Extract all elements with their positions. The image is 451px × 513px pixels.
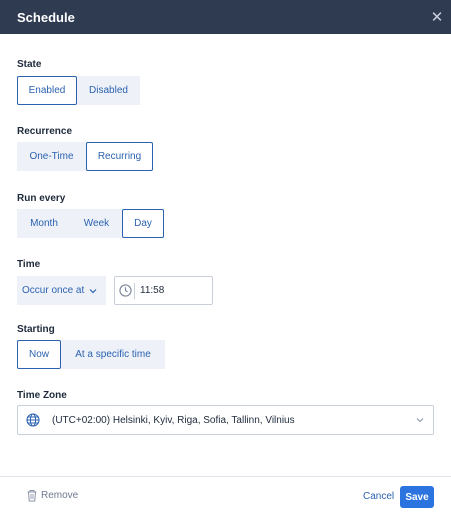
run-every-week-option[interactable]: Week <box>71 209 122 238</box>
recurrence-one-time-option[interactable]: One-Time <box>17 142 86 171</box>
time-section: Time <box>17 259 40 270</box>
time-mode-select[interactable]: Occur once at <box>17 276 106 305</box>
state-enabled-option[interactable]: Enabled <box>17 76 77 105</box>
cancel-button[interactable]: Cancel <box>363 491 394 502</box>
time-zone-label: Time Zone <box>17 390 67 401</box>
state-section: State <box>17 59 41 70</box>
recurrence-recurring-option[interactable]: Recurring <box>86 142 153 171</box>
recurrence-label: Recurrence <box>17 126 73 137</box>
time-zone-section: Time Zone <box>17 390 67 401</box>
state-label: State <box>17 59 42 70</box>
time-value: 11:58 <box>140 285 165 296</box>
schedule-dialog: Schedule ✕ State Enabled Disabled Recurr… <box>0 0 451 513</box>
starting-segmented-control: Now At a specific time <box>17 340 165 369</box>
time-input[interactable]: 11:58 <box>114 276 213 305</box>
run-every-month-option[interactable]: Month <box>17 209 71 238</box>
save-button[interactable]: Save <box>400 486 434 508</box>
starting-specific-time-option[interactable]: At a specific time <box>61 340 165 369</box>
remove-label: Remove <box>41 490 79 501</box>
starting-label: Starting <box>17 324 55 335</box>
clock-icon <box>119 282 135 299</box>
time-zone-select[interactable]: (UTC+02:00) Helsinki, Kyiv, Riga, Sofia,… <box>17 405 434 435</box>
chevron-down-icon <box>416 418 424 423</box>
run-every-section: Run every <box>17 193 65 204</box>
dialog-footer: Remove Cancel Save <box>0 476 451 513</box>
run-every-day-option[interactable]: Day <box>122 209 164 238</box>
run-every-label: Run every <box>17 193 66 204</box>
run-every-segmented-control: Month Week Day <box>17 209 164 238</box>
time-controls: Occur once at 11:58 <box>17 276 217 305</box>
dialog-header: Schedule ✕ <box>0 0 451 34</box>
remove-button[interactable]: Remove <box>26 489 78 502</box>
time-label: Time <box>17 259 41 270</box>
time-mode-value: Occur once at <box>22 285 85 296</box>
state-disabled-option[interactable]: Disabled <box>77 76 140 105</box>
state-segmented-control: Enabled Disabled <box>17 76 140 105</box>
globe-icon <box>26 413 40 427</box>
recurrence-section: Recurrence <box>17 126 72 137</box>
starting-section: Starting <box>17 324 55 335</box>
chevron-down-icon <box>89 288 97 293</box>
starting-now-option[interactable]: Now <box>17 340 61 369</box>
close-icon[interactable]: ✕ <box>430 10 444 25</box>
dialog-title: Schedule <box>17 9 75 25</box>
time-zone-value: (UTC+02:00) Helsinki, Kyiv, Riga, Sofia,… <box>52 414 295 426</box>
trash-icon <box>27 490 37 502</box>
recurrence-segmented-control: One-Time Recurring <box>17 142 153 171</box>
